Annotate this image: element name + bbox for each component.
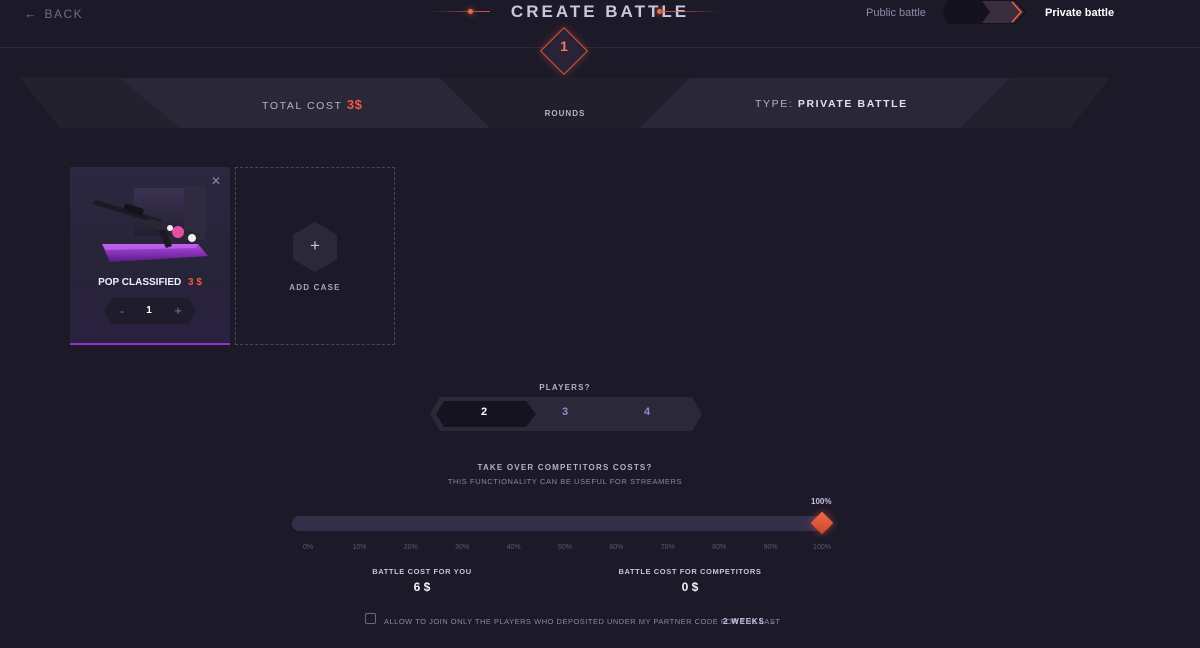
slider-tick: 20% [403, 544, 418, 551]
battle-type: TYPE: PRIVATE BATTLE [755, 98, 908, 110]
takeover-subtitle: THIS FUNCTIONALITY CAN BE USEFUL FOR STR… [447, 477, 683, 486]
cost-competitors-label: BATTLE COST FOR COMPETITORS [618, 567, 762, 576]
case-image [92, 186, 208, 262]
summary-band [20, 78, 1110, 128]
plus-icon: + [310, 236, 320, 255]
header-divider [0, 47, 1200, 48]
round-number: 1 [560, 38, 568, 54]
type-label: TYPE: [755, 98, 794, 110]
slider-tick: 0% [302, 544, 314, 551]
case-price: 3 $ [188, 277, 202, 288]
players-option-3[interactable]: 3 [545, 406, 585, 418]
quantity-value: 1 [146, 305, 152, 316]
partner-checkbox[interactable] [365, 613, 376, 624]
slider-tick: 80% [712, 544, 727, 551]
period-select[interactable]: 2 WEEKS ⌄ [723, 617, 776, 626]
partner-restriction-text: ALLOW TO JOIN ONLY THE PLAYERS WHO DEPOS… [384, 617, 781, 626]
title-decoration-right [660, 11, 720, 12]
cost-you-value: 6 $ [413, 580, 431, 594]
decrease-quantity-button[interactable]: - [116, 304, 128, 318]
slider-tick: 50% [557, 544, 572, 551]
type-value: PRIVATE BATTLE [797, 98, 908, 110]
slider-tick: 60% [609, 544, 624, 551]
players-label: PLAYERS? [539, 383, 591, 392]
rounds-label: ROUNDS [544, 109, 586, 118]
slider-tick: 90% [763, 544, 778, 551]
slider-tick: 30% [455, 544, 470, 551]
slider-tick: 100% [813, 544, 831, 551]
mode-public-label[interactable]: Public battle [866, 7, 926, 19]
slider-value-label: 100% [811, 497, 832, 506]
mode-private-label[interactable]: Private battle [1045, 7, 1114, 19]
chevron-down-icon: ⌄ [769, 618, 777, 626]
slider-tick: 70% [660, 544, 675, 551]
close-icon: ✕ [211, 174, 222, 188]
battle-mode-toggle[interactable] [942, 0, 1028, 24]
increase-quantity-button[interactable]: + [172, 303, 184, 318]
slider-tick: 40% [506, 544, 521, 551]
cost-you-label: BATTLE COST FOR YOU [372, 567, 472, 576]
players-option-4[interactable]: 4 [627, 406, 667, 418]
players-option-2[interactable]: 2 [464, 406, 504, 418]
remove-case-button[interactable]: ✕ [211, 174, 221, 188]
case-title: POP CLASSIFIED 3 $ [70, 277, 230, 288]
add-case-label: ADD CASE [289, 283, 341, 292]
takeover-title: TAKE OVER COMPETITORS COSTS? [477, 463, 653, 472]
case-name: POP CLASSIFIED [98, 277, 182, 288]
period-value: 2 WEEKS [723, 617, 765, 626]
cost-competitors-value: 0 $ [681, 580, 699, 594]
slider-tick: 10% [352, 544, 367, 551]
takeover-slider-fill [292, 516, 822, 531]
